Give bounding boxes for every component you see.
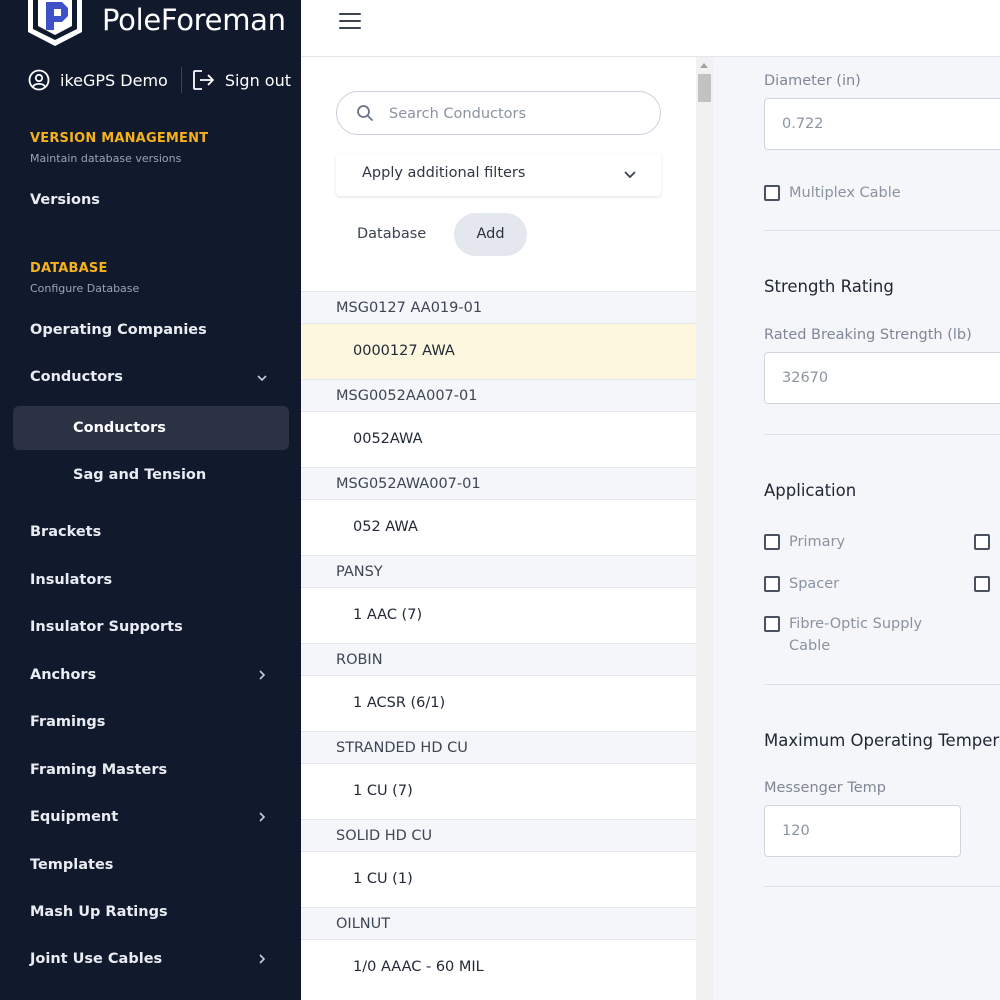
divider bbox=[764, 684, 1000, 685]
breaking-strength-field[interactable]: 32670 bbox=[764, 352, 1000, 404]
fibre-optic-checkbox-row[interactable]: Fibre-Optic Supply Cable bbox=[764, 613, 939, 657]
divider bbox=[764, 230, 1000, 231]
conductor-detail-panel: Diameter (in) 0.722 Multiplex Cable Stre… bbox=[713, 57, 1000, 1000]
primary-checkbox[interactable] bbox=[764, 534, 780, 550]
multiplex-cable-checkbox-row[interactable]: Multiplex Cable bbox=[764, 182, 901, 204]
fibre-optic-checkbox[interactable] bbox=[764, 616, 780, 632]
sidebar-item-framings[interactable]: Framings bbox=[30, 712, 105, 732]
app-name: PoleForeman bbox=[102, 3, 286, 37]
list-item[interactable]: 1 AAC (7) bbox=[301, 588, 696, 643]
user-account-icon[interactable] bbox=[28, 69, 50, 91]
breaking-strength-label: Rated Breaking Strength (lb) bbox=[764, 327, 972, 343]
user-row: ikeGPS Demo Sign out bbox=[28, 66, 291, 94]
list-scrollbar[interactable] bbox=[696, 57, 713, 1000]
list-item[interactable]: 052 AWA bbox=[301, 500, 696, 555]
app-root: PoleForeman ikeGPS Demo Sign out VERSION… bbox=[0, 0, 1000, 1000]
top-bar bbox=[301, 0, 1000, 57]
database-title: DATABASE bbox=[30, 261, 108, 276]
strength-rating-title: Strength Rating bbox=[764, 277, 894, 296]
sidebar-item-joint-use-cables[interactable]: Joint Use Cables bbox=[30, 949, 162, 969]
tab-database[interactable]: Database bbox=[357, 213, 426, 256]
application-title: Application bbox=[764, 481, 857, 500]
primary-label: Primary bbox=[789, 534, 846, 550]
search-input[interactable] bbox=[389, 103, 649, 125]
max-operating-temperature-title: Maximum Operating Temperature bbox=[764, 731, 1000, 750]
divider bbox=[764, 886, 1000, 887]
primary-checkbox-row[interactable]: Primary bbox=[764, 531, 845, 553]
sidebar-item-operating-companies[interactable]: Operating Companies bbox=[30, 320, 207, 340]
conductor-list-panel: Apply additional filters Database Add MS… bbox=[301, 57, 696, 1000]
diameter-label: Diameter (in) bbox=[764, 73, 861, 89]
list-item[interactable]: 1 CU (7) bbox=[301, 764, 696, 819]
sidebar-item-framing-masters[interactable]: Framing Masters bbox=[30, 760, 167, 780]
spacer-checkbox[interactable] bbox=[764, 576, 780, 592]
sidebar-item-equipment[interactable]: Equipment bbox=[30, 807, 118, 827]
filters-label: Apply additional filters bbox=[362, 165, 526, 181]
sidebar-item-templates[interactable]: Templates bbox=[30, 855, 113, 875]
list-group-header: ROBIN bbox=[301, 643, 696, 676]
sidebar-item-insulator-supports[interactable]: Insulator Supports bbox=[30, 617, 183, 637]
application-checkbox-row-2[interactable] bbox=[974, 531, 999, 550]
multiplex-cable-label: Multiplex Cable bbox=[789, 185, 901, 201]
list-group-header: MSG052AWA007-01 bbox=[301, 467, 696, 500]
sidebar-item-mash-up-ratings[interactable]: Mash Up Ratings bbox=[30, 902, 168, 922]
search-icon bbox=[357, 105, 373, 121]
chevron-right-icon[interactable] bbox=[256, 669, 268, 681]
menu-toggle-icon[interactable] bbox=[339, 13, 361, 31]
list-item[interactable]: 1 CU (1) bbox=[301, 852, 696, 907]
list-group-header: SOLID HD CU bbox=[301, 819, 696, 852]
sidebar-item-insulators[interactable]: Insulators bbox=[30, 570, 112, 590]
poleforeman-logo-icon bbox=[28, 0, 82, 46]
list-item[interactable]: 0052AWA bbox=[301, 412, 696, 467]
application-checkbox-2[interactable] bbox=[974, 534, 990, 550]
sidebar-subitem-sag-and-tension[interactable]: Sag and Tension bbox=[73, 465, 206, 485]
user-divider bbox=[180, 67, 182, 93]
tab-add[interactable]: Add bbox=[454, 213, 527, 256]
messenger-temp-label: Messenger Temp bbox=[764, 780, 886, 796]
scroll-thumb[interactable] bbox=[698, 74, 711, 102]
sign-out-button[interactable]: Sign out bbox=[225, 71, 291, 90]
sidebar-subitem-conductors[interactable]: Conductors bbox=[13, 406, 289, 450]
sidebar-item-conductors[interactable]: Conductors bbox=[30, 367, 123, 387]
divider bbox=[764, 434, 1000, 435]
list-item[interactable]: 0000127 AWA bbox=[301, 324, 696, 379]
sign-out-icon[interactable] bbox=[192, 69, 216, 91]
list-group-header: PANSY bbox=[301, 555, 696, 588]
multiplex-cable-checkbox[interactable] bbox=[764, 185, 780, 201]
list-group-header: OILNUT bbox=[301, 907, 696, 940]
list-item[interactable]: 1 ACSR (6/1) bbox=[301, 676, 696, 731]
list-group-header: STRANDED HD CU bbox=[301, 731, 696, 764]
list-item[interactable]: 1/0 AAAC - 60 MIL bbox=[301, 940, 696, 995]
user-name[interactable]: ikeGPS Demo bbox=[60, 71, 168, 90]
version-management-title: VERSION MANAGEMENT bbox=[30, 131, 209, 146]
list-group-header: MSG0052AA007-01 bbox=[301, 379, 696, 412]
spacer-label: Spacer bbox=[789, 576, 840, 592]
scroll-up-icon[interactable] bbox=[700, 63, 708, 68]
sidebar-item-versions[interactable]: Versions bbox=[30, 190, 100, 210]
messenger-temp-field[interactable]: 120 bbox=[764, 805, 961, 857]
chevron-right-icon[interactable] bbox=[256, 953, 268, 965]
chevron-down-icon[interactable] bbox=[256, 372, 268, 384]
chevron-right-icon[interactable] bbox=[256, 811, 268, 823]
sidebar-item-anchors[interactable]: Anchors bbox=[30, 665, 96, 685]
application-checkbox-4[interactable] bbox=[974, 576, 990, 592]
sidebar-item-brackets[interactable]: Brackets bbox=[30, 522, 101, 542]
conductor-list: MSG0127 AA019-01 0000127 AWA MSG0052AA00… bbox=[301, 291, 696, 995]
version-management-subtitle: Maintain database versions bbox=[30, 152, 182, 165]
application-checkbox-row-4[interactable] bbox=[974, 573, 999, 592]
diameter-field[interactable]: 0.722 bbox=[764, 98, 1000, 150]
database-subtitle: Configure Database bbox=[30, 282, 140, 295]
additional-filters-dropdown[interactable]: Apply additional filters bbox=[336, 154, 661, 196]
fibre-optic-label: Fibre-Optic Supply Cable bbox=[789, 616, 923, 654]
search-box[interactable] bbox=[336, 91, 661, 135]
chevron-down-icon bbox=[624, 171, 636, 179]
list-group-header: MSG0127 AA019-01 bbox=[301, 291, 696, 324]
sidebar: PoleForeman ikeGPS Demo Sign out VERSION… bbox=[0, 0, 301, 1000]
brand[interactable]: PoleForeman bbox=[24, 0, 286, 48]
spacer-checkbox-row[interactable]: Spacer bbox=[764, 573, 839, 595]
